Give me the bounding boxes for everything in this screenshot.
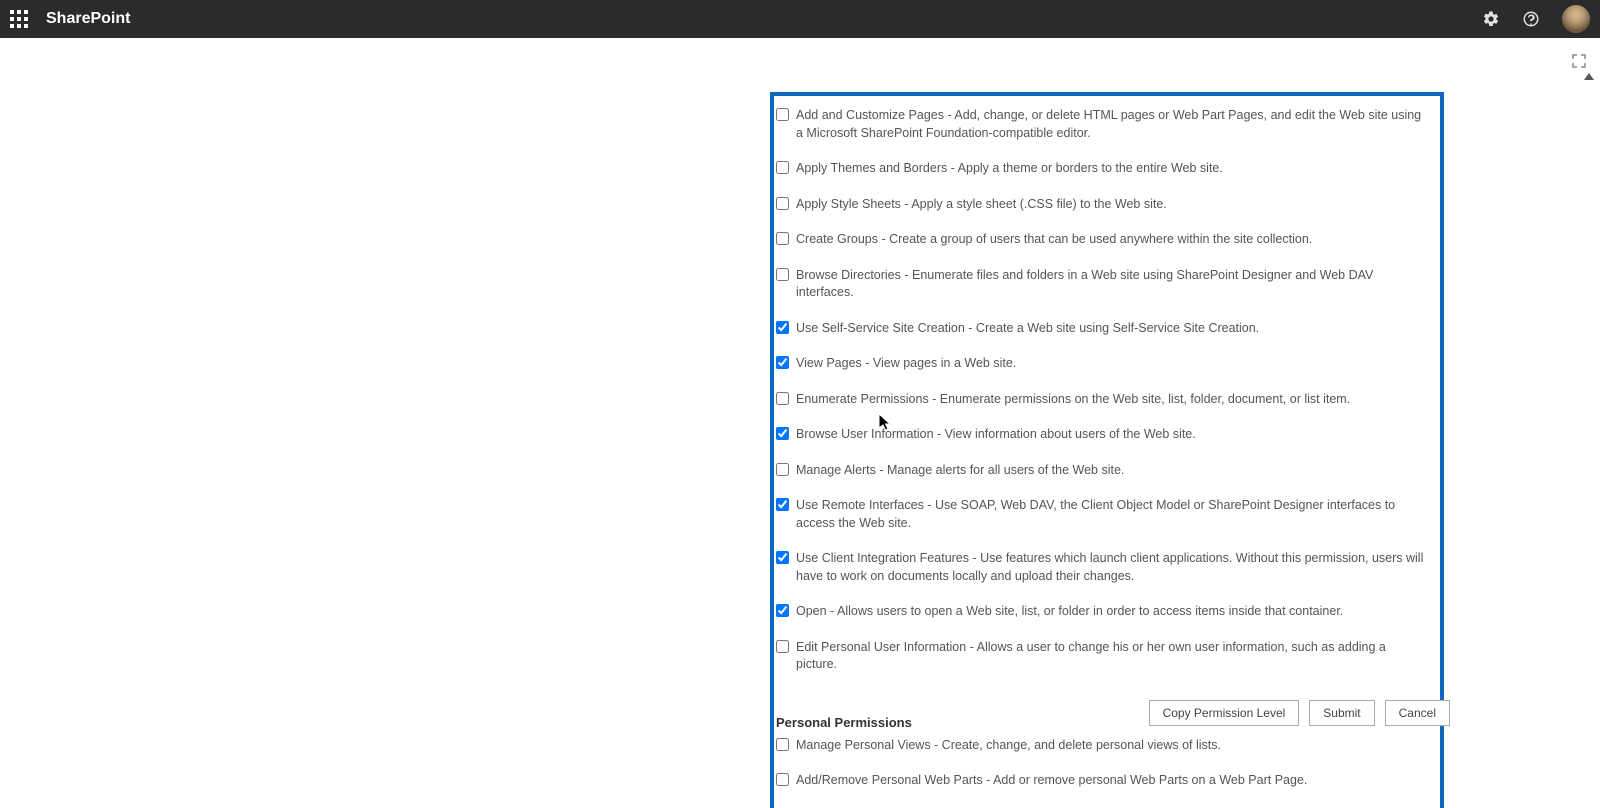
permission-checkbox-apply-style-sheets[interactable]: [776, 197, 789, 210]
permission-text: View Pages - View pages in a Web site.: [796, 355, 1016, 373]
cancel-button[interactable]: Cancel: [1385, 700, 1450, 726]
permission-text: Add and Customize Pages - Add, change, o…: [796, 107, 1426, 142]
permission-text: Open - Allows users to open a Web site, …: [796, 603, 1343, 621]
copy-permission-level-button[interactable]: Copy Permission Level: [1149, 700, 1300, 726]
button-row: Copy Permission Level Submit Cancel: [770, 700, 1450, 726]
scroll-up-indicator: [1584, 73, 1594, 80]
permission-update-personal-web-parts: Update Personal Web Parts - Update Web P…: [774, 803, 1440, 808]
help-icon[interactable]: [1522, 10, 1540, 28]
permission-checkbox-enumerate-permissions[interactable]: [776, 392, 789, 405]
permission-text: Browse User Information - View informati…: [796, 426, 1196, 444]
permission-checkbox-browse-user-information[interactable]: [776, 427, 789, 440]
permission-checkbox-edit-personal-user-information[interactable]: [776, 640, 789, 653]
permission-view-pages: View Pages - View pages in a Web site.: [774, 350, 1440, 378]
permission-text: Edit Personal User Information - Allows …: [796, 639, 1426, 674]
submit-button[interactable]: Submit: [1309, 700, 1374, 726]
permission-checkbox-add-and-customize-pages[interactable]: [776, 108, 789, 121]
permission-checkbox-view-pages[interactable]: [776, 356, 789, 369]
permission-edit-personal-user-information: Edit Personal User Information - Allows …: [774, 634, 1440, 679]
permission-text: Apply Themes and Borders - Apply a theme…: [796, 160, 1223, 178]
permission-text: Apply Style Sheets - Apply a style sheet…: [796, 196, 1167, 214]
permission-checkbox-manage-alerts[interactable]: [776, 463, 789, 476]
permission-manage-personal-views: Manage Personal Views - Create, change, …: [774, 732, 1440, 760]
permission-checkbox-use-client-integration-features[interactable]: [776, 551, 789, 564]
permission-text: Add/Remove Personal Web Parts - Add or r…: [796, 772, 1307, 790]
permission-text: Use Self-Service Site Creation - Create …: [796, 320, 1259, 338]
permission-browse-user-information: Browse User Information - View informati…: [774, 421, 1440, 449]
content-area: Add and Customize Pages - Add, change, o…: [0, 38, 1600, 808]
permission-checkbox-add-remove-personal-web-parts[interactable]: [776, 773, 789, 786]
permission-create-groups: Create Groups - Create a group of users …: [774, 226, 1440, 254]
permission-checkbox-browse-directories[interactable]: [776, 268, 789, 281]
permission-checkbox-use-remote-interfaces[interactable]: [776, 498, 789, 511]
permission-add-and-customize-pages: Add and Customize Pages - Add, change, o…: [774, 102, 1440, 147]
permission-text: Use Remote Interfaces - Use SOAP, Web DA…: [796, 497, 1426, 532]
permission-checkbox-use-self-service-site-creation[interactable]: [776, 321, 789, 334]
top-bar: SharePoint: [0, 0, 1600, 38]
permission-enumerate-permissions: Enumerate Permissions - Enumerate permis…: [774, 386, 1440, 414]
app-title: SharePoint: [46, 10, 130, 28]
permission-use-self-service-site-creation: Use Self-Service Site Creation - Create …: [774, 315, 1440, 343]
settings-icon[interactable]: [1482, 10, 1500, 28]
permission-checkbox-apply-themes-and-borders[interactable]: [776, 161, 789, 174]
permission-text: Browse Directories - Enumerate files and…: [796, 267, 1426, 302]
permission-use-client-integration-features: Use Client Integration Features - Use fe…: [774, 545, 1440, 590]
permission-browse-directories: Browse Directories - Enumerate files and…: [774, 262, 1440, 307]
permission-apply-style-sheets: Apply Style Sheets - Apply a style sheet…: [774, 191, 1440, 219]
permission-manage-alerts: Manage Alerts - Manage alerts for all us…: [774, 457, 1440, 485]
permission-text: Manage Personal Views - Create, change, …: [796, 737, 1221, 755]
permission-use-remote-interfaces: Use Remote Interfaces - Use SOAP, Web DA…: [774, 492, 1440, 537]
app-launcher-icon[interactable]: [10, 10, 28, 28]
permission-text: Use Client Integration Features - Use fe…: [796, 550, 1426, 585]
permission-text: Manage Alerts - Manage alerts for all us…: [796, 462, 1124, 480]
permission-apply-themes-and-borders: Apply Themes and Borders - Apply a theme…: [774, 155, 1440, 183]
permission-checkbox-manage-personal-views[interactable]: [776, 738, 789, 751]
permission-checkbox-create-groups[interactable]: [776, 232, 789, 245]
top-right-controls: [1482, 5, 1590, 33]
permission-open: Open - Allows users to open a Web site, …: [774, 598, 1440, 626]
user-avatar[interactable]: [1562, 5, 1590, 33]
permission-checkbox-open[interactable]: [776, 604, 789, 617]
focus-mode-icon[interactable]: [1572, 54, 1586, 68]
permission-add-remove-personal-web-parts: Add/Remove Personal Web Parts - Add or r…: [774, 767, 1440, 795]
permission-text: Create Groups - Create a group of users …: [796, 231, 1312, 249]
permission-text: Enumerate Permissions - Enumerate permis…: [796, 391, 1350, 409]
